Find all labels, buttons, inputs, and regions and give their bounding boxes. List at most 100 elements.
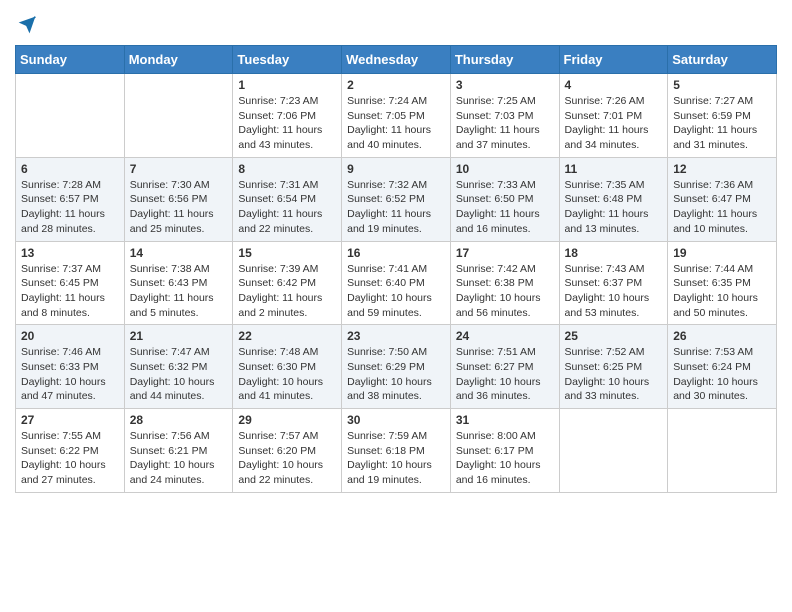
- day-number: 10: [456, 162, 554, 176]
- day-info: Sunrise: 7:32 AM Sunset: 6:52 PM Dayligh…: [347, 178, 445, 237]
- day-info: Sunrise: 7:52 AM Sunset: 6:25 PM Dayligh…: [565, 345, 663, 404]
- day-number: 13: [21, 246, 119, 260]
- calendar-week-row: 6 Sunrise: 7:28 AM Sunset: 6:57 PM Daylig…: [16, 157, 777, 241]
- day-number: 5: [673, 78, 771, 92]
- day-info: Sunrise: 7:44 AM Sunset: 6:35 PM Dayligh…: [673, 262, 771, 321]
- calendar-week-row: 20 Sunrise: 7:46 AM Sunset: 6:33 PM Dayli…: [16, 325, 777, 409]
- calendar-week-row: 1 Sunrise: 7:23 AM Sunset: 7:06 PM Daylig…: [16, 74, 777, 158]
- calendar-cell: 10 Sunrise: 7:33 AM Sunset: 6:50 PM Dayli…: [450, 157, 559, 241]
- calendar-header-monday: Monday: [124, 46, 233, 74]
- calendar-cell: 28 Sunrise: 7:56 AM Sunset: 6:21 PM Dayli…: [124, 409, 233, 493]
- calendar-cell: [668, 409, 777, 493]
- calendar-week-row: 27 Sunrise: 7:55 AM Sunset: 6:22 PM Dayli…: [16, 409, 777, 493]
- day-number: 9: [347, 162, 445, 176]
- calendar-cell: 15 Sunrise: 7:39 AM Sunset: 6:42 PM Dayli…: [233, 241, 342, 325]
- day-info: Sunrise: 7:35 AM Sunset: 6:48 PM Dayligh…: [565, 178, 663, 237]
- day-number: 28: [130, 413, 228, 427]
- calendar-header-thursday: Thursday: [450, 46, 559, 74]
- calendar-cell: 31 Sunrise: 8:00 AM Sunset: 6:17 PM Dayli…: [450, 409, 559, 493]
- calendar-cell: [124, 74, 233, 158]
- day-number: 26: [673, 329, 771, 343]
- logo-bird-icon: [17, 15, 37, 35]
- calendar-cell: 8 Sunrise: 7:31 AM Sunset: 6:54 PM Daylig…: [233, 157, 342, 241]
- calendar-cell: 27 Sunrise: 7:55 AM Sunset: 6:22 PM Dayli…: [16, 409, 125, 493]
- day-number: 3: [456, 78, 554, 92]
- day-number: 4: [565, 78, 663, 92]
- calendar-cell: 4Sunrise: 7:26 AM Sunset: 7:01 PM Daylig…: [559, 74, 668, 158]
- day-number: 30: [347, 413, 445, 427]
- day-number: 2: [347, 78, 445, 92]
- day-info: Sunrise: 7:47 AM Sunset: 6:32 PM Dayligh…: [130, 345, 228, 404]
- day-number: 27: [21, 413, 119, 427]
- day-info: Sunrise: 7:50 AM Sunset: 6:29 PM Dayligh…: [347, 345, 445, 404]
- calendar-cell: 22 Sunrise: 7:48 AM Sunset: 6:30 PM Dayli…: [233, 325, 342, 409]
- calendar-cell: 5 Sunrise: 7:27 AM Sunset: 6:59 PM Daylig…: [668, 74, 777, 158]
- day-number: 18: [565, 246, 663, 260]
- day-info: Sunrise: 7:28 AM Sunset: 6:57 PM Dayligh…: [21, 178, 119, 237]
- day-info: Sunrise: 8:00 AM Sunset: 6:17 PM Dayligh…: [456, 429, 554, 488]
- calendar-header-friday: Friday: [559, 46, 668, 74]
- calendar-cell: 7 Sunrise: 7:30 AM Sunset: 6:56 PM Daylig…: [124, 157, 233, 241]
- day-info: Sunrise: 7:56 AM Sunset: 6:21 PM Dayligh…: [130, 429, 228, 488]
- day-info: Sunrise: 7:39 AM Sunset: 6:42 PM Dayligh…: [238, 262, 336, 321]
- calendar-cell: 1 Sunrise: 7:23 AM Sunset: 7:06 PM Daylig…: [233, 74, 342, 158]
- day-info: Sunrise: 7:51 AM Sunset: 6:27 PM Dayligh…: [456, 345, 554, 404]
- day-number: 15: [238, 246, 336, 260]
- day-info: Sunrise: 7:41 AM Sunset: 6:40 PM Dayligh…: [347, 262, 445, 321]
- calendar-cell: [16, 74, 125, 158]
- calendar-cell: 13Sunrise: 7:37 AM Sunset: 6:45 PM Dayli…: [16, 241, 125, 325]
- day-info: Sunrise: 7:43 AM Sunset: 6:37 PM Dayligh…: [565, 262, 663, 321]
- day-number: 22: [238, 329, 336, 343]
- calendar-week-row: 13Sunrise: 7:37 AM Sunset: 6:45 PM Dayli…: [16, 241, 777, 325]
- calendar-cell: 30 Sunrise: 7:59 AM Sunset: 6:18 PM Dayli…: [342, 409, 451, 493]
- calendar-header-row: SundayMondayTuesdayWednesdayThursdayFrid…: [16, 46, 777, 74]
- calendar-cell: 12 Sunrise: 7:36 AM Sunset: 6:47 PM Dayli…: [668, 157, 777, 241]
- day-info: Sunrise: 7:46 AM Sunset: 6:33 PM Dayligh…: [21, 345, 119, 404]
- day-number: 19: [673, 246, 771, 260]
- calendar-cell: 14 Sunrise: 7:38 AM Sunset: 6:43 PM Dayli…: [124, 241, 233, 325]
- calendar-cell: 19 Sunrise: 7:44 AM Sunset: 6:35 PM Dayli…: [668, 241, 777, 325]
- calendar-cell: 11Sunrise: 7:35 AM Sunset: 6:48 PM Dayli…: [559, 157, 668, 241]
- day-info: Sunrise: 7:59 AM Sunset: 6:18 PM Dayligh…: [347, 429, 445, 488]
- calendar-cell: 17 Sunrise: 7:42 AM Sunset: 6:38 PM Dayli…: [450, 241, 559, 325]
- day-number: 7: [130, 162, 228, 176]
- day-info: Sunrise: 7:25 AM Sunset: 7:03 PM Dayligh…: [456, 94, 554, 153]
- day-number: 24: [456, 329, 554, 343]
- day-info: Sunrise: 7:27 AM Sunset: 6:59 PM Dayligh…: [673, 94, 771, 153]
- day-number: 31: [456, 413, 554, 427]
- day-number: 12: [673, 162, 771, 176]
- day-info: Sunrise: 7:38 AM Sunset: 6:43 PM Dayligh…: [130, 262, 228, 321]
- day-info: Sunrise: 7:48 AM Sunset: 6:30 PM Dayligh…: [238, 345, 336, 404]
- calendar-cell: 16Sunrise: 7:41 AM Sunset: 6:40 PM Dayli…: [342, 241, 451, 325]
- calendar-header-saturday: Saturday: [668, 46, 777, 74]
- page-header: [15, 15, 777, 35]
- day-info: Sunrise: 7:42 AM Sunset: 6:38 PM Dayligh…: [456, 262, 554, 321]
- day-number: 17: [456, 246, 554, 260]
- day-info: Sunrise: 7:55 AM Sunset: 6:22 PM Dayligh…: [21, 429, 119, 488]
- day-info: Sunrise: 7:23 AM Sunset: 7:06 PM Dayligh…: [238, 94, 336, 153]
- day-info: Sunrise: 7:24 AM Sunset: 7:05 PM Dayligh…: [347, 94, 445, 153]
- calendar-cell: 26Sunrise: 7:53 AM Sunset: 6:24 PM Dayli…: [668, 325, 777, 409]
- day-number: 1: [238, 78, 336, 92]
- day-number: 14: [130, 246, 228, 260]
- calendar-header-sunday: Sunday: [16, 46, 125, 74]
- day-number: 8: [238, 162, 336, 176]
- calendar-cell: 2 Sunrise: 7:24 AM Sunset: 7:05 PM Daylig…: [342, 74, 451, 158]
- calendar-cell: [559, 409, 668, 493]
- day-number: 21: [130, 329, 228, 343]
- calendar-cell: 24 Sunrise: 7:51 AM Sunset: 6:27 PM Dayli…: [450, 325, 559, 409]
- calendar-cell: 25 Sunrise: 7:52 AM Sunset: 6:25 PM Dayli…: [559, 325, 668, 409]
- calendar-body: 1 Sunrise: 7:23 AM Sunset: 7:06 PM Daylig…: [16, 74, 777, 493]
- day-info: Sunrise: 7:31 AM Sunset: 6:54 PM Dayligh…: [238, 178, 336, 237]
- day-number: 6: [21, 162, 119, 176]
- day-info: Sunrise: 7:33 AM Sunset: 6:50 PM Dayligh…: [456, 178, 554, 237]
- day-info: Sunrise: 7:30 AM Sunset: 6:56 PM Dayligh…: [130, 178, 228, 237]
- calendar-header-wednesday: Wednesday: [342, 46, 451, 74]
- calendar-cell: 21 Sunrise: 7:47 AM Sunset: 6:32 PM Dayli…: [124, 325, 233, 409]
- calendar-cell: 9 Sunrise: 7:32 AM Sunset: 6:52 PM Daylig…: [342, 157, 451, 241]
- calendar-cell: 3 Sunrise: 7:25 AM Sunset: 7:03 PM Daylig…: [450, 74, 559, 158]
- day-number: 20: [21, 329, 119, 343]
- day-number: 25: [565, 329, 663, 343]
- day-info: Sunrise: 7:36 AM Sunset: 6:47 PM Dayligh…: [673, 178, 771, 237]
- calendar-cell: 6 Sunrise: 7:28 AM Sunset: 6:57 PM Daylig…: [16, 157, 125, 241]
